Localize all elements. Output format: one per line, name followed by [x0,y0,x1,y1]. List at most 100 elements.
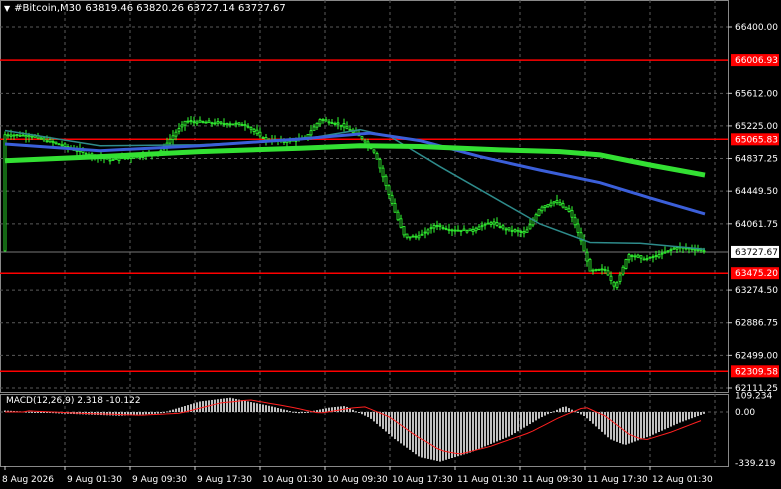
macd-histogram-bar [265,405,267,412]
candle-body [237,122,241,125]
macd-histogram-bar [541,412,543,418]
candle-body [330,122,334,125]
macd-histogram-bar [214,399,216,412]
macd-histogram-bar [112,412,114,416]
macd-histogram-bar [505,412,507,438]
candle-body [309,130,313,136]
macd-histogram-bar [670,412,672,427]
macd-histogram-bar [358,412,360,413]
macd-histogram-bar [553,411,555,413]
macd-histogram-bar [268,405,270,412]
candle-body [630,255,634,257]
level-price-label: 62309.58 [735,367,778,377]
candle-body [702,250,706,253]
macd-histogram-bar [289,410,291,412]
candle-body [189,120,193,123]
candle-body [606,270,610,276]
candle-body [21,134,25,137]
candle-body [312,126,316,131]
macd-histogram-bar [361,412,363,415]
candle-body [570,210,574,218]
macd-histogram-bar [394,412,396,440]
macd-histogram-bar [160,412,162,414]
macd-histogram-bar [34,412,36,413]
macd-histogram-bar [199,401,201,412]
macd-histogram-bar [322,408,324,412]
candle-body [324,119,328,122]
candle-body [600,268,604,271]
price-tick-label: 66400.00 [735,23,778,33]
candle-body [18,134,22,137]
candle-body [198,119,202,123]
macd-histogram-bar [523,412,525,428]
candle-body [60,144,64,147]
macd-histogram-bar [142,412,144,415]
candle-body [264,137,268,141]
candle-body [333,122,337,125]
macd-histogram-bar [115,412,117,416]
macd-histogram-bar [139,412,141,415]
macd-histogram-bar [436,412,438,461]
price-tick-label: 65612.00 [735,89,778,99]
current-price-label: 63727.67 [735,248,778,258]
macd-histogram-bar [28,411,30,413]
candle-body [222,123,226,125]
candle-body [477,226,481,230]
candle-body [201,121,205,123]
candle-body [462,228,466,231]
candle-body [171,135,175,140]
macd-histogram-bar [664,412,666,430]
macd-histogram-bar [298,412,300,414]
candle-body [234,122,238,125]
macd-histogram-bar [247,401,249,412]
candle-body [444,228,448,230]
candle-body [456,229,460,232]
candle-body [543,205,547,209]
macd-histogram-bar [487,412,489,446]
level-price-label: 65065.83 [735,135,778,145]
time-tick-label: 10 Aug 17:30 [392,475,453,485]
macd-histogram-bar [580,412,582,415]
candle-body [621,266,625,275]
candle-body [534,214,538,222]
macd-histogram-bar [499,412,501,441]
macd-histogram-bar [421,412,423,458]
price-chart[interactable]: 66400.00 65612.00 65225.00 64837.25 64449.50… [0,0,781,489]
macd-histogram-bar [178,407,180,412]
candle-body [561,203,565,208]
candle-body [588,258,592,272]
time-tick-label: 8 Aug 2026 [2,475,54,485]
candle-body [210,122,214,125]
macd-histogram-bar [391,412,393,437]
candle-body [6,134,10,137]
candle-body [186,120,190,123]
macd-histogram-bar [517,412,519,432]
macd-histogram-bar [457,412,459,457]
candle-body [63,143,67,147]
macd-histogram-bar [649,412,651,437]
macd-histogram-bar [460,412,462,456]
candle-body [117,158,121,161]
candle-body [549,202,553,207]
candle-body [240,124,244,126]
candle-body [435,225,439,228]
candle-body [168,139,172,144]
macd-histogram-bar [169,410,171,412]
candle-body [339,124,343,127]
time-tick-label: 12 Aug 01:30 [652,475,713,485]
candle-body [519,231,523,233]
macd-histogram-bar [643,412,645,439]
macd-histogram-bar [226,398,228,412]
candle-body [123,157,127,160]
macd-histogram-bar [442,412,444,461]
candle-body [9,134,13,137]
macd-histogram-bar [241,400,243,412]
macd-histogram-bar [166,411,168,413]
macd-histogram-bar [403,412,405,446]
macd-histogram-bar [301,412,303,414]
macd-histogram-bar [397,412,399,442]
price-pane-frame [0,0,729,393]
macd-histogram-bar [172,409,174,412]
candle-body [501,225,505,229]
macd-histogram-bar [469,412,471,453]
